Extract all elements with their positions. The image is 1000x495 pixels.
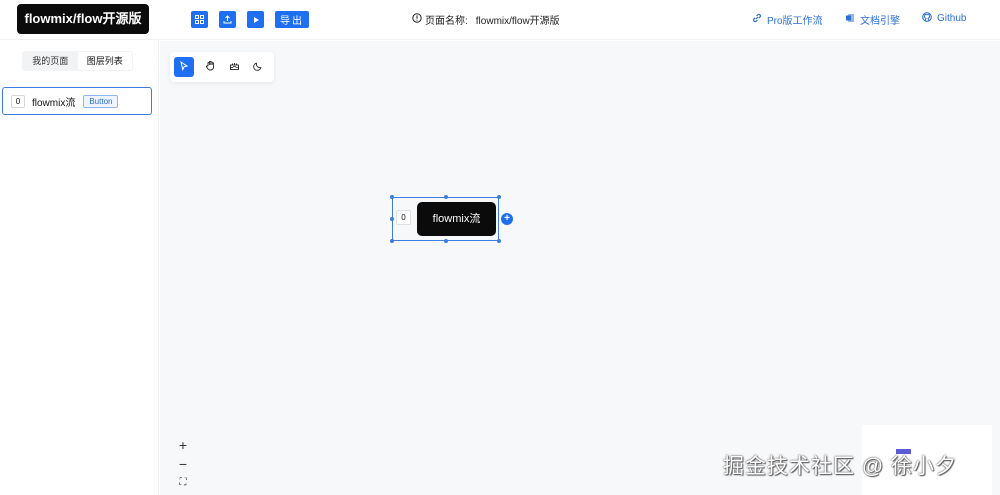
tab-layer-list[interactable]: 图层列表 [77, 52, 132, 70]
word-doc-icon [845, 13, 860, 26]
link-label: Github [937, 13, 967, 24]
left-sidebar: 我的页面 图层列表 0 flowmix流 Button [0, 40, 159, 495]
theme-toggle[interactable] [248, 57, 268, 77]
preview-button[interactable] [247, 11, 264, 28]
watermark-text: 掘金技术社区 @ 徐小夕 [723, 455, 957, 478]
layer-item[interactable]: 0 flowmix流 Button [2, 87, 152, 115]
link-label: Pro版工作流 [767, 16, 823, 27]
pan-tool[interactable] [200, 57, 220, 77]
github-link[interactable]: Github [922, 12, 966, 25]
tab-my-pages[interactable]: 我的页面 [23, 52, 78, 70]
add-node-plus-icon[interactable]: + [501, 213, 513, 225]
zoom-controls: + − ⛶ [172, 437, 194, 493]
canvas-toolbar [170, 52, 274, 82]
select-tool[interactable] [174, 57, 194, 77]
resize-handle[interactable] [390, 195, 394, 199]
link-label: 文档引擎 [860, 16, 900, 27]
grid-icon [195, 15, 204, 24]
flow-node-button[interactable]: flowmix流 [417, 202, 496, 236]
upload-icon [223, 15, 232, 24]
grid-button[interactable] [191, 11, 208, 28]
top-header: flowmix/flow开源版 导出 页面名称: flowmix/flow开源版… [0, 0, 1000, 40]
upload-button[interactable] [219, 11, 236, 28]
hand-pan-icon [205, 58, 216, 76]
sidebar-tabs: 我的页面 图层列表 [22, 51, 133, 71]
resize-handle[interactable] [390, 239, 394, 243]
page-name-label: 页面名称: [425, 16, 468, 27]
resize-handle[interactable] [497, 195, 501, 199]
resize-handle[interactable] [390, 217, 394, 221]
export-button[interactable]: 导出 [275, 11, 309, 28]
resize-handle[interactable] [497, 239, 501, 243]
layer-index: 0 [11, 94, 25, 108]
cake-icon [229, 58, 240, 76]
zoom-out-button[interactable]: − [172, 456, 194, 472]
resize-handle[interactable] [444, 239, 448, 243]
moon-icon [253, 58, 263, 76]
play-icon [252, 16, 260, 24]
link-icon [752, 13, 767, 26]
node-index: 0 [396, 210, 411, 225]
docs-engine-link[interactable]: 文档引擎 [845, 12, 900, 27]
fit-view-button[interactable]: ⛶ [172, 475, 194, 491]
resize-handle[interactable] [444, 195, 448, 199]
layer-type-badge: Button [83, 94, 119, 108]
cake-tool[interactable] [224, 57, 244, 77]
select-cursor-icon [179, 58, 189, 76]
github-icon [922, 12, 937, 25]
page-name-value: flowmix/flow开源版 [475, 16, 560, 27]
pro-workflow-link[interactable]: Pro版工作流 [752, 12, 823, 27]
page-title: 页面名称: flowmix/flow开源版 [412, 12, 560, 27]
info-icon [412, 13, 422, 26]
zoom-in-button[interactable]: + [172, 437, 194, 453]
app-logo[interactable]: flowmix/flow开源版 [17, 4, 149, 34]
layer-name: flowmix流 [32, 97, 76, 109]
